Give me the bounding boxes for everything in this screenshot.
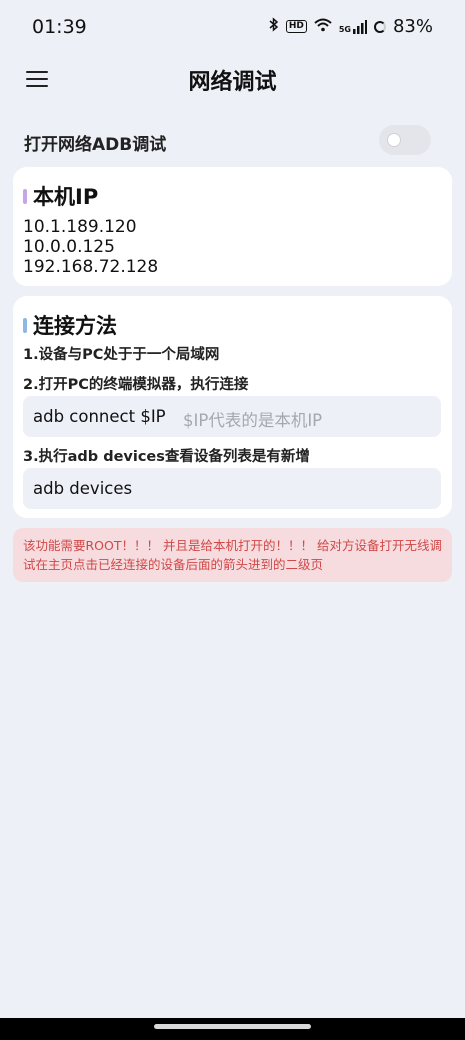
toggle-label: 打开网络ADB调试 xyxy=(24,135,167,155)
navigation-bar xyxy=(0,1018,465,1040)
toggle-knob xyxy=(387,133,401,147)
network-type-label: 5G xyxy=(338,24,351,34)
heading-accent-bar xyxy=(23,188,27,204)
step-2-text: 2.打开PC的终端模拟器，执行连接 xyxy=(23,377,249,393)
step-1-text: 1.设备与PC处于于一个局域网 xyxy=(23,347,220,363)
status-time: 01:39 xyxy=(32,16,87,38)
network-adb-toggle[interactable] xyxy=(379,125,431,155)
step-3-text: 3.执行adb devices查看设备列表是有新增 xyxy=(23,449,310,465)
card-title: 连接方法 xyxy=(33,314,117,338)
5g-signal-icon: 5G xyxy=(338,19,367,34)
ip-list: 10.1.189.120 10.0.0.125 192.168.72.128 xyxy=(23,217,158,277)
card-heading: 连接方法 xyxy=(23,310,117,340)
card-heading: 本机IP xyxy=(23,181,98,211)
connect-method-card: 连接方法 1.设备与PC处于于一个局域网 2.打开PC的终端模拟器，执行连接 a… xyxy=(13,296,452,518)
devices-command-text: adb devices xyxy=(33,479,133,498)
status-icons: HD 5G 83% xyxy=(269,16,433,37)
heading-accent-bar xyxy=(23,317,27,333)
local-ip-card: 本机IP 10.1.189.120 10.0.0.125 192.168.72.… xyxy=(13,167,452,286)
home-indicator[interactable] xyxy=(154,1024,311,1029)
connect-command-box[interactable]: adb connect $IP $IP代表的是本机IP xyxy=(23,396,441,437)
ip-address: 10.0.0.125 xyxy=(23,237,115,257)
ip-address: 192.168.72.128 xyxy=(23,257,159,277)
connect-command-text: adb connect $IP xyxy=(33,407,166,426)
title-bar: 网络调试 xyxy=(0,56,465,102)
wifi-icon xyxy=(314,17,332,36)
page-title: 网络调试 xyxy=(188,70,277,95)
ip-address: 10.1.189.120 xyxy=(23,217,137,237)
battery-icon xyxy=(373,20,386,33)
devices-command-box[interactable]: adb devices xyxy=(23,468,441,509)
bluetooth-icon xyxy=(269,17,279,36)
hd-icon: HD xyxy=(285,20,307,33)
network-adb-toggle-row: 打开网络ADB调试 xyxy=(24,125,431,157)
connect-command-hint: $IP代表的是本机IP xyxy=(183,411,323,430)
root-warning-banner: 该功能需要ROOT！！！ 并且是给本机打开的！！！ 给对方设备打开无线调试在主页… xyxy=(13,528,452,582)
battery-percent: 83% xyxy=(392,16,433,37)
card-title: 本机IP xyxy=(33,185,99,209)
status-bar: 01:39 HD 5G 83% xyxy=(0,0,465,56)
